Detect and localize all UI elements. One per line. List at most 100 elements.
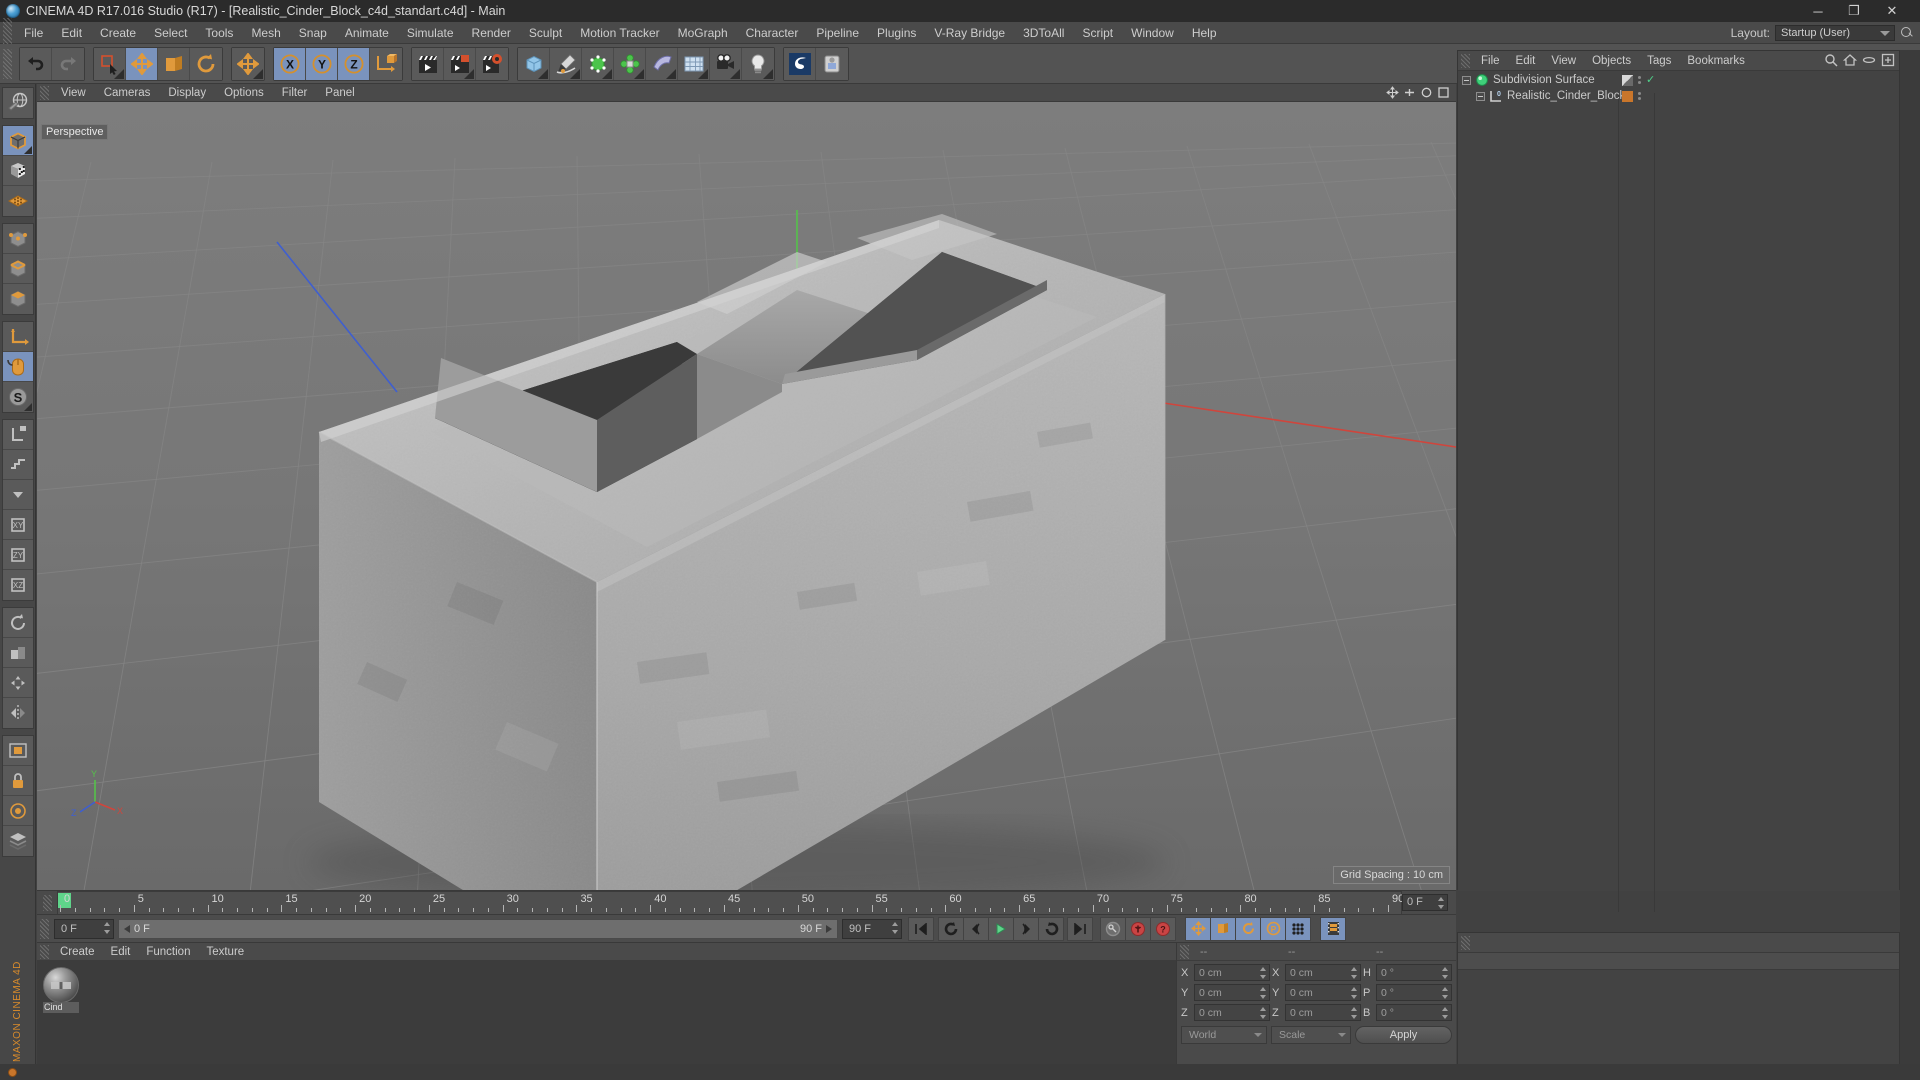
rotate-tool-button[interactable] xyxy=(190,47,222,80)
add-generator-button[interactable] xyxy=(582,47,614,80)
position-field-y[interactable]: 0 cm xyxy=(1194,984,1270,1001)
quantize-button[interactable] xyxy=(2,450,33,480)
rotation-field-b[interactable]: 0 ° xyxy=(1376,1004,1452,1021)
play-forward-loop-button[interactable] xyxy=(1038,916,1064,941)
menu-item-3dtoall[interactable]: 3DToAll xyxy=(1014,22,1073,44)
viewport-camera-label[interactable]: Perspective xyxy=(41,124,109,140)
add-array-button[interactable] xyxy=(614,47,646,80)
ellipse-icon[interactable] xyxy=(1862,53,1876,67)
mirror-button[interactable] xyxy=(2,698,33,728)
size-mode-dropdown[interactable]: Scale xyxy=(1271,1026,1351,1044)
spinner-icon[interactable] xyxy=(1260,987,1267,999)
object-row[interactable]: Subdivision Surface ✓ xyxy=(1458,72,1899,88)
timeline-grip-handle[interactable] xyxy=(43,895,52,911)
viewport-solo-button[interactable] xyxy=(2,352,33,382)
size-field-y[interactable]: 0 cm xyxy=(1285,984,1361,1001)
viewport-grip-handle[interactable] xyxy=(40,85,49,100)
material-menu-edit[interactable]: Edit xyxy=(103,943,139,961)
viewport-canvas[interactable]: Y X Z Perspective Grid Spacing : 10 cm xyxy=(37,102,1456,890)
polygons-mode-button[interactable] xyxy=(2,284,33,314)
object-tree[interactable]: Subdivision Surface ✓ 0 Realistic_Cinder_Bl… xyxy=(1458,72,1899,912)
current-frame-field[interactable]: 0 F xyxy=(54,918,114,939)
viewport-menu-panel[interactable]: Panel xyxy=(316,84,363,102)
position-field-x[interactable]: 0 cm xyxy=(1194,964,1270,981)
end-frame-field[interactable]: 90 F xyxy=(842,918,902,939)
axis-move-button[interactable] xyxy=(232,47,264,80)
plane-xy-button[interactable]: XY xyxy=(2,510,33,540)
menu-item-v-ray-bridge[interactable]: V-Ray Bridge xyxy=(925,22,1014,44)
object-editor-visibility-toggle[interactable] xyxy=(1622,74,1633,86)
spinner-icon[interactable] xyxy=(104,921,111,934)
record-active-objects-button[interactable] xyxy=(1125,916,1151,941)
redo-button[interactable] xyxy=(52,47,84,80)
spinner-icon[interactable] xyxy=(1442,967,1449,979)
lock-z-axis-button[interactable]: Z xyxy=(338,47,370,80)
object-axis-button[interactable] xyxy=(2,322,33,352)
menu-item-pipeline[interactable]: Pipeline xyxy=(807,22,868,44)
add-panel-icon[interactable] xyxy=(1881,53,1895,67)
material-menu-function[interactable]: Function xyxy=(138,943,198,961)
menu-item-mesh[interactable]: Mesh xyxy=(242,22,289,44)
character-button[interactable] xyxy=(816,47,848,80)
key-parameter-button[interactable]: P xyxy=(1260,916,1286,941)
viewport-menu-display[interactable]: Display xyxy=(159,84,215,102)
undo-button[interactable] xyxy=(20,47,52,80)
size-field-x[interactable]: 0 cm xyxy=(1285,964,1361,981)
range-left-handle-icon[interactable] xyxy=(124,924,130,933)
key-scale-button[interactable] xyxy=(1210,916,1236,941)
object-menu-bookmarks[interactable]: Bookmarks xyxy=(1679,51,1753,71)
move-down-button[interactable] xyxy=(2,480,33,510)
add-camera-button[interactable] xyxy=(710,47,742,80)
object-color-swatch[interactable] xyxy=(1622,90,1633,102)
visibility-dot[interactable] xyxy=(1638,81,1641,84)
edges-mode-button[interactable] xyxy=(2,254,33,284)
plane-xz-button[interactable]: XZ xyxy=(2,570,33,600)
transport-grip-handle[interactable] xyxy=(40,918,49,939)
object-menu-tags[interactable]: Tags xyxy=(1639,51,1679,71)
add-cube-button[interactable] xyxy=(518,47,550,80)
menu-item-character[interactable]: Character xyxy=(737,22,808,44)
object-visibility-dots[interactable] xyxy=(1638,92,1641,100)
menu-item-animate[interactable]: Animate xyxy=(336,22,398,44)
preview-range-bar[interactable]: 0 F 90 F xyxy=(118,918,838,939)
coordinate-system-dropdown[interactable]: World xyxy=(1181,1026,1267,1044)
object-menu-edit[interactable]: Edit xyxy=(1508,51,1544,71)
home-icon[interactable] xyxy=(1843,53,1857,67)
play-button[interactable] xyxy=(988,916,1014,941)
previous-frame-button[interactable] xyxy=(963,916,989,941)
material-menu-create[interactable]: Create xyxy=(52,943,103,961)
rotation-field-p[interactable]: 0 ° xyxy=(1376,984,1452,1001)
maximize-button[interactable]: ❐ xyxy=(1836,0,1872,22)
pan-view-button[interactable] xyxy=(2,668,33,698)
spinner-icon[interactable] xyxy=(1351,967,1358,979)
object-manager-grip-handle[interactable] xyxy=(1461,53,1470,68)
viewport-menu-cameras[interactable]: Cameras xyxy=(95,84,160,102)
key-pla-button[interactable] xyxy=(1285,916,1311,941)
model-mode-button[interactable] xyxy=(2,126,33,156)
timeline-filmstrip-button[interactable] xyxy=(1320,916,1346,941)
layout-dropdown[interactable]: Startup (User) xyxy=(1775,25,1895,41)
material-preview-sphere[interactable] xyxy=(43,967,79,1003)
menu-item-tools[interactable]: Tools xyxy=(196,22,242,44)
menu-item-sculpt[interactable]: Sculpt xyxy=(520,22,571,44)
material-menu-texture[interactable]: Texture xyxy=(198,943,252,961)
visibility-dot[interactable] xyxy=(1638,97,1641,100)
layers-button[interactable] xyxy=(2,826,33,856)
menu-item-edit[interactable]: Edit xyxy=(52,22,91,44)
visibility-dot[interactable] xyxy=(1638,92,1641,95)
material-list[interactable]: Cind xyxy=(37,961,1176,1080)
spinner-icon[interactable] xyxy=(1260,967,1267,979)
object-menu-view[interactable]: View xyxy=(1543,51,1584,71)
menu-item-simulate[interactable]: Simulate xyxy=(398,22,463,44)
next-frame-button[interactable] xyxy=(1013,916,1039,941)
apply-button[interactable]: Apply xyxy=(1355,1026,1452,1044)
play-backwards-button[interactable] xyxy=(938,916,964,941)
viewport-zoom-icon[interactable] xyxy=(1403,86,1416,99)
size-field-z[interactable]: 0 cm xyxy=(1285,1004,1361,1021)
rotation-field-h[interactable]: 0 ° xyxy=(1376,964,1452,981)
add-spline-button[interactable] xyxy=(550,47,582,80)
menu-item-window[interactable]: Window xyxy=(1122,22,1183,44)
render-view-button[interactable] xyxy=(412,47,444,80)
lock-x-axis-button[interactable]: X xyxy=(274,47,306,80)
layer-manager-grip-handle[interactable] xyxy=(1461,935,1470,950)
